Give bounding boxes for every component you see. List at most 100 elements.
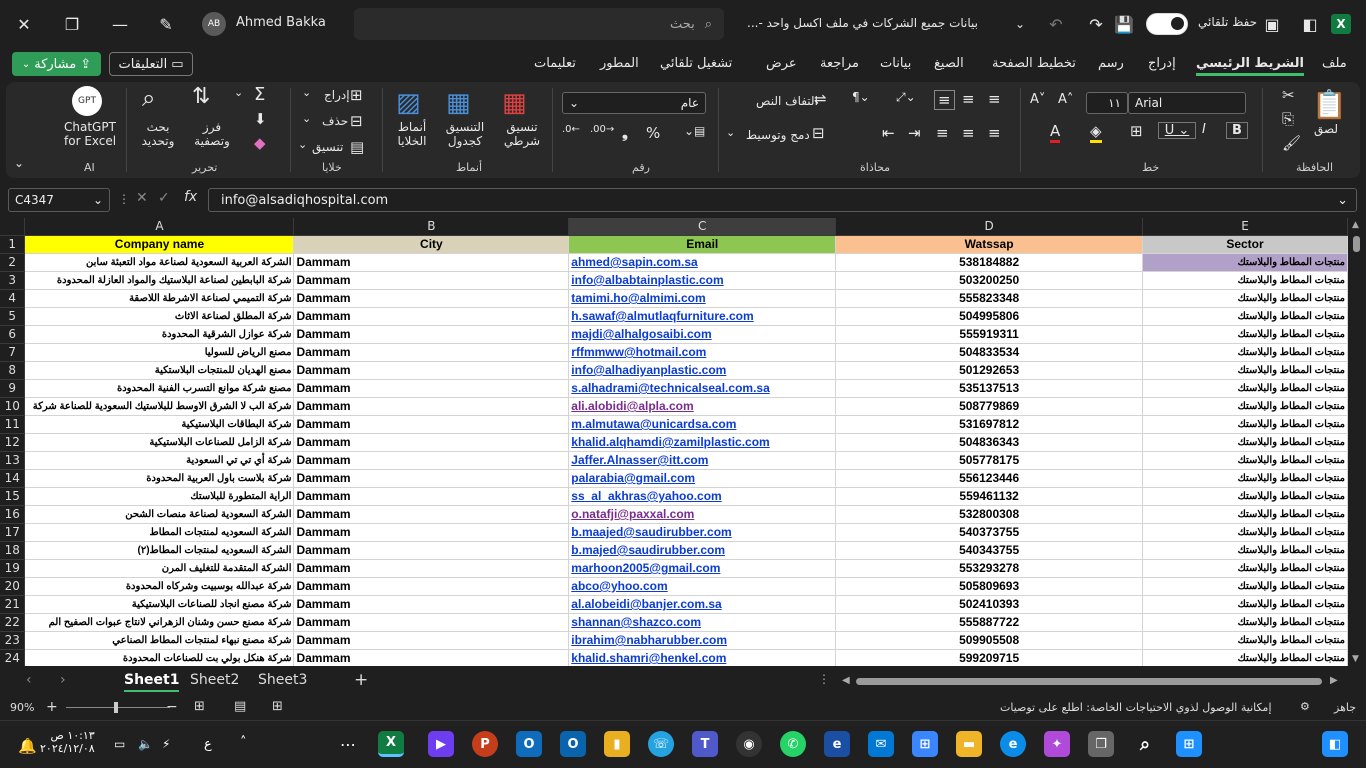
email-link[interactable]: ibrahim@nabharubber.com — [571, 633, 727, 647]
cell-email[interactable]: info@alhadiyanplastic.com — [568, 361, 837, 380]
email-link[interactable]: info@alhadiyanplastic.com — [571, 363, 726, 377]
autosave-toggle[interactable] — [1146, 13, 1188, 35]
row-header[interactable]: 15 — [0, 487, 26, 506]
cell-watssap[interactable]: 504836343 — [835, 433, 1144, 452]
outlook-new-app-icon[interactable]: O — [560, 731, 586, 757]
ribbon-display-button[interactable]: ▣ — [1256, 8, 1288, 40]
tab-page-layout[interactable]: تخطيط الصفحة — [992, 56, 1076, 71]
format-painter-icon[interactable]: 🖌 — [1282, 134, 1301, 152]
conditional-format-icon[interactable]: ▦ — [502, 88, 527, 118]
tab-file[interactable]: ملف — [1322, 56, 1347, 71]
cell-styles-button[interactable]: أنماط الخلايا — [390, 120, 434, 148]
row-header[interactable]: 22 — [0, 613, 26, 632]
row-header[interactable]: 10 — [0, 397, 26, 416]
row-header[interactable]: 24 — [0, 649, 26, 666]
email-link[interactable]: khalid.shamri@henkel.com — [571, 651, 726, 665]
cell-company-name[interactable]: شركة البابطين لصناعة البلاستيك والمواد ا… — [24, 271, 295, 290]
email-link[interactable]: majdi@alhalgosaibi.com — [571, 327, 711, 341]
cell-sector[interactable]: منتجات المطاط والبلاستك — [1142, 649, 1348, 666]
sheet-tab-3[interactable]: Sheet3 — [258, 672, 307, 688]
comments-button[interactable]: التعليقات ▭ — [109, 52, 193, 76]
avatar[interactable]: AB — [202, 12, 226, 36]
show-hidden-icons-icon[interactable]: ˄ — [240, 735, 247, 750]
collapse-ribbon-icon[interactable]: ⌄ — [14, 156, 24, 170]
cell-sector[interactable]: منتجات المطاط والبلاستك — [1142, 541, 1348, 560]
cell-watssap[interactable]: 540343755 — [835, 541, 1144, 560]
zoom-out-icon[interactable]: − — [166, 699, 178, 715]
cell-city[interactable]: Dammam — [293, 541, 570, 560]
comma-style-icon[interactable]: ❟ — [622, 124, 628, 142]
customize-toolbar-button[interactable]: ⌄ — [1004, 8, 1036, 40]
cell-company-name[interactable]: شركة مصنع نبهاء لمنتجات المطاط الصناعي — [24, 631, 295, 650]
next-sheet-icon[interactable]: › — [60, 672, 66, 688]
italic-button[interactable]: I — [1202, 122, 1206, 137]
scroll-down-icon[interactable]: ▼ — [1352, 654, 1359, 664]
powerpoint-app-icon[interactable]: P — [472, 731, 498, 757]
increase-font-icon[interactable]: A˄ — [1058, 92, 1073, 107]
undo-button[interactable]: ↶ — [1040, 8, 1072, 40]
save-button[interactable]: 💾 — [1108, 8, 1140, 40]
restore-window-button[interactable]: ❐ — [56, 8, 88, 40]
cell-city[interactable]: Dammam — [293, 253, 570, 272]
insert-function-icon[interactable]: fx — [184, 189, 197, 205]
cell-city[interactable]: Dammam — [293, 397, 570, 416]
cell-email[interactable]: rffmmww@hotmail.com — [568, 343, 837, 362]
formula-input[interactable]: info@alsadiqhospital.com ⌄ — [208, 188, 1357, 212]
cut-icon[interactable]: ✂ — [1282, 86, 1295, 104]
cell-city[interactable]: Dammam — [293, 307, 570, 326]
decrease-decimal-icon[interactable]: .0← — [562, 124, 580, 135]
cell-email[interactable]: tamimi.ho@almimi.com — [568, 289, 837, 308]
cell-email[interactable]: khalid.alqhamdi@zamilplastic.com — [568, 433, 837, 452]
network-icon[interactable]: ⚡ — [162, 737, 170, 751]
paste-icon[interactable]: 📋 — [1312, 88, 1347, 121]
email-link[interactable]: h.sawaf@almutlaqfurniture.com — [571, 309, 753, 323]
find-select-button[interactable]: بحث وتحديد — [134, 120, 182, 148]
cell-city[interactable]: Dammam — [293, 649, 570, 666]
email-link[interactable]: rffmmww@hotmail.com — [571, 345, 706, 359]
scroll-left-icon[interactable]: ◀ — [842, 675, 850, 686]
row-header[interactable]: 8 — [0, 361, 26, 380]
email-link[interactable]: tamimi.ho@almimi.com — [571, 291, 705, 305]
cell-company-name[interactable]: الراية المتطورة للبلاستك — [24, 487, 295, 506]
tab-home[interactable]: الشريط الرئيسي — [1196, 56, 1304, 76]
tab-view[interactable]: عرض — [766, 56, 797, 71]
email-link[interactable]: marhoon2005@gmail.com — [571, 561, 720, 575]
cell-sector[interactable]: منتجات المطاط والبلاستك — [1142, 253, 1348, 272]
cell-email[interactable]: al.alobeidi@banjer.com.sa — [568, 595, 837, 614]
cell-city[interactable]: Dammam — [293, 415, 570, 434]
fill-color-icon[interactable]: ◈ — [1090, 122, 1102, 143]
cell-sector[interactable]: منتجات المطاط والبلاستك — [1142, 577, 1348, 596]
sort-filter-button[interactable]: فرز وتصفية — [190, 120, 234, 148]
merge-center-button[interactable]: دمج وتوسيط — [746, 128, 810, 142]
file-explorer-app-icon[interactable]: ▬ — [956, 731, 982, 757]
sort-filter-icon[interactable]: ⇅ — [192, 84, 210, 109]
cell-email[interactable]: shannan@shazco.com — [568, 613, 837, 632]
email-link[interactable]: o.natafji@paxxal.com — [571, 507, 694, 521]
confirm-entry-icon[interactable]: ✓ — [158, 190, 170, 206]
cell-city[interactable]: Dammam — [293, 469, 570, 488]
format-cells-button[interactable]: تنسيق — [312, 140, 343, 154]
align-bottom-icon[interactable]: ≡ — [962, 90, 975, 108]
cell-watssap[interactable]: 599209715 — [835, 649, 1144, 666]
cell-email[interactable]: ss_al_akhras@yahoo.com — [568, 487, 837, 506]
cell-watssap[interactable]: 501292653 — [835, 361, 1144, 380]
cell-watssap[interactable]: 535137513 — [835, 379, 1144, 398]
cell-email[interactable]: palarabia@gmail.com — [568, 469, 837, 488]
cell-sector[interactable]: منتجات المطاط والبلاستك — [1142, 271, 1348, 290]
cell-company-name[interactable]: شركة التميمي لصناعة الاشرطة اللاصقة — [24, 289, 295, 308]
cell-company-name[interactable]: شركة مصنع حسن وشنان الزهراني لانتاج عبوا… — [24, 613, 295, 632]
column-header-a[interactable]: A — [24, 218, 295, 236]
document-title[interactable]: بيانات جميع الشركات في ملف اكسل واحد -..… — [738, 16, 978, 30]
cell-sector[interactable]: منتجات المطاط والبلاستك — [1142, 361, 1348, 380]
cell-company-name[interactable]: شركة الزامل للصناعات البلاستيكية — [24, 433, 295, 452]
row-header[interactable]: 1 — [0, 235, 26, 254]
row-header[interactable]: 23 — [0, 631, 26, 650]
decrease-font-icon[interactable]: A˅ — [1030, 92, 1045, 107]
cell-company-name[interactable]: الشركة السعوديه لمنتجات المطاط — [24, 523, 295, 542]
cell-company-name[interactable]: شركة بلاست باول العربية المحدودة — [24, 469, 295, 488]
name-box[interactable]: C4347 ⌄ — [8, 188, 110, 212]
accounting-format-icon[interactable]: ⌄▤ — [684, 124, 705, 138]
prev-sheet-icon[interactable]: ‹ — [26, 672, 32, 688]
add-sheet-icon[interactable]: + — [354, 670, 368, 690]
cell-company-name[interactable]: الشركة المتقدمة للتغليف المرن — [24, 559, 295, 578]
